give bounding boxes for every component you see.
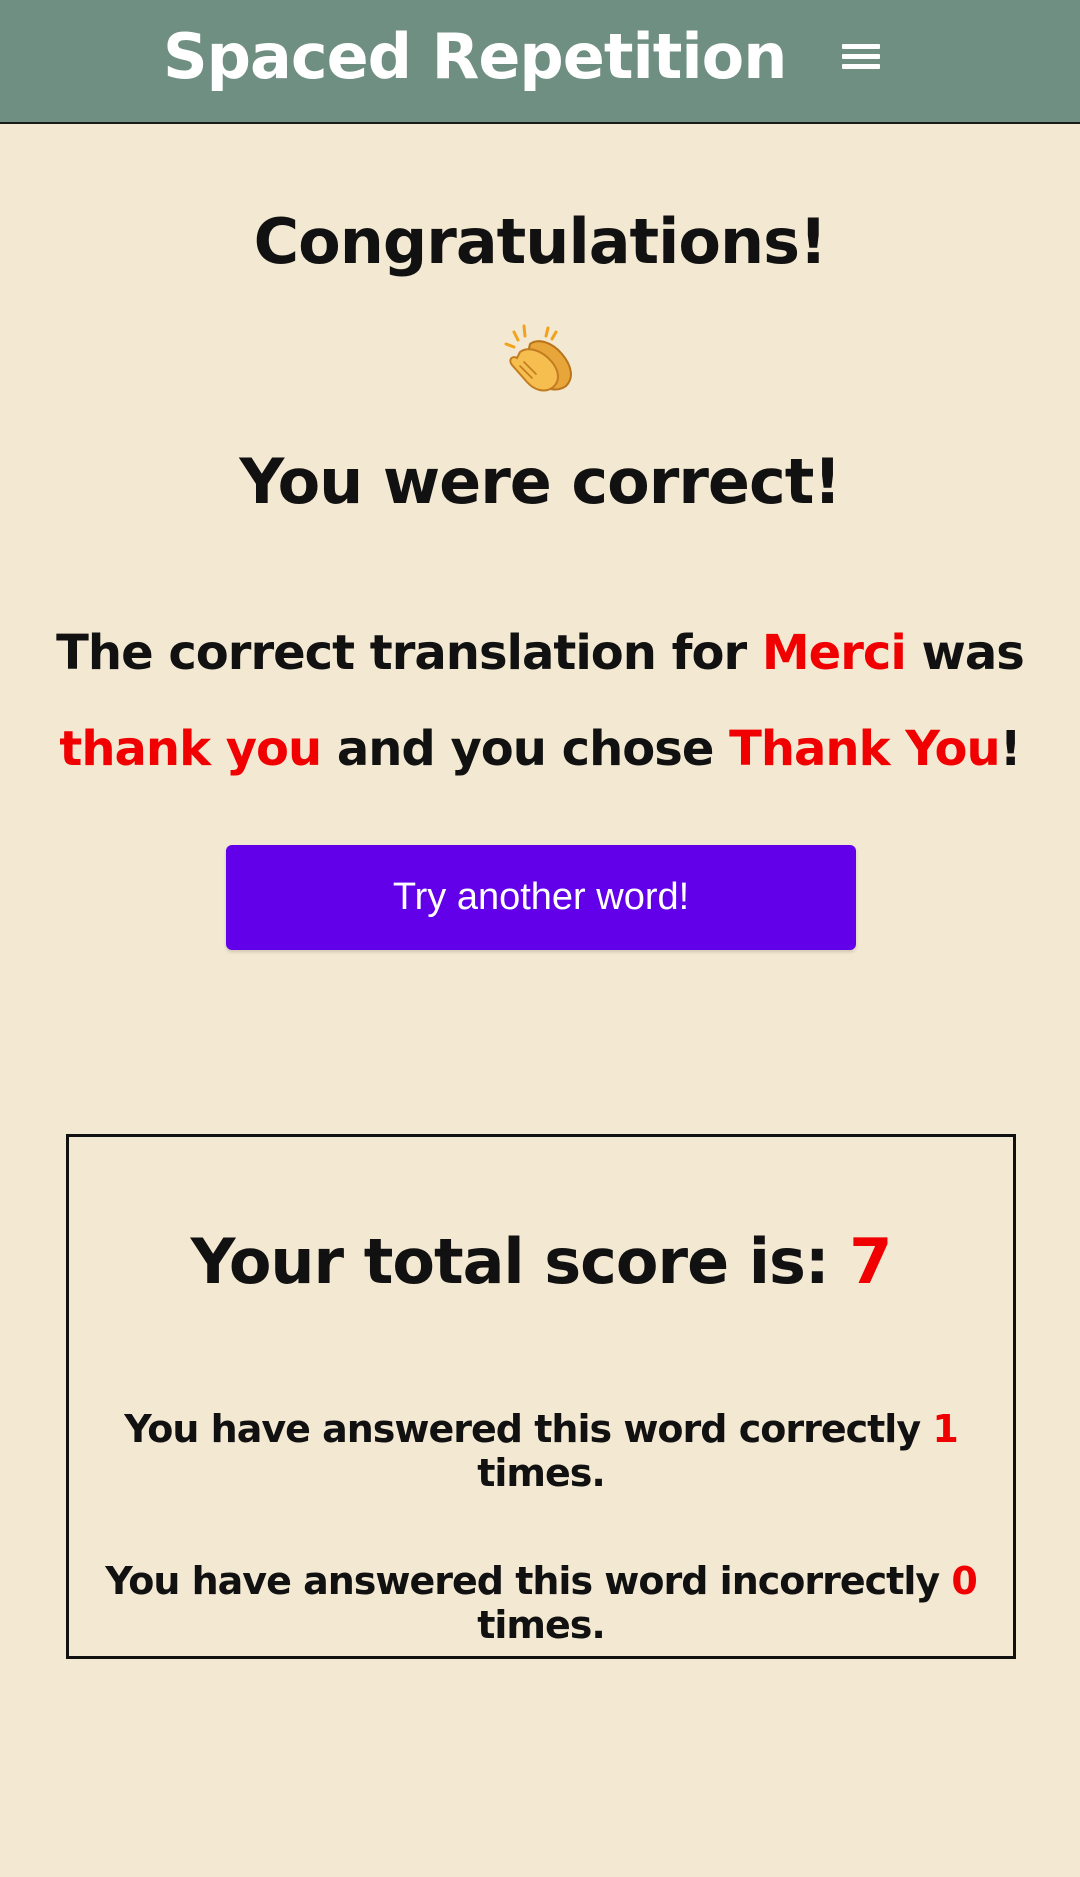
clapping-hands-icon (504, 324, 572, 392)
menu-bar (842, 54, 880, 59)
translation-middle: was (905, 625, 1025, 681)
total-score-value: 7 (849, 1225, 892, 1298)
try-another-word-button[interactable]: Try another word! (226, 845, 856, 950)
incorrect-count-suffix: times. (477, 1603, 606, 1647)
translation-sentence: The correct translation for Merci was th… (40, 605, 1040, 797)
menu-bar (842, 64, 880, 69)
incorrect-count-prefix: You have answered this word incorrectly (105, 1559, 952, 1603)
correct-count-prefix: You have answered this word correctly (124, 1407, 933, 1451)
total-score-heading: Your total score is: 7 (69, 1225, 1013, 1298)
correct-count-suffix: times. (477, 1451, 606, 1495)
total-score-label: Your total score is: (190, 1225, 850, 1298)
correct-count-value: 1 (932, 1407, 958, 1451)
hamburger-menu-icon[interactable] (842, 44, 880, 70)
incorrect-count-value: 0 (951, 1559, 977, 1603)
correct-answer: thank you (59, 721, 322, 777)
app-title[interactable]: Spaced Repetition (163, 20, 787, 93)
original-word: Merci (761, 625, 907, 681)
result-heading: You were correct! (239, 445, 841, 518)
menu-bar (842, 44, 880, 49)
translation-connector: and you chose (321, 721, 730, 777)
app-header: Spaced Repetition (0, 0, 1080, 124)
congratulations-heading: Congratulations! (253, 205, 828, 278)
user-answer: Thank You (729, 721, 1001, 777)
correct-count-line: You have answered this word correctly 1 … (69, 1407, 1013, 1495)
translation-prefix: The correct translation for (56, 625, 762, 681)
score-panel: Your total score is: 7 You have answered… (66, 1134, 1016, 1659)
incorrect-count-line: You have answered this word incorrectly … (69, 1559, 1013, 1647)
translation-suffix: ! (999, 721, 1022, 777)
